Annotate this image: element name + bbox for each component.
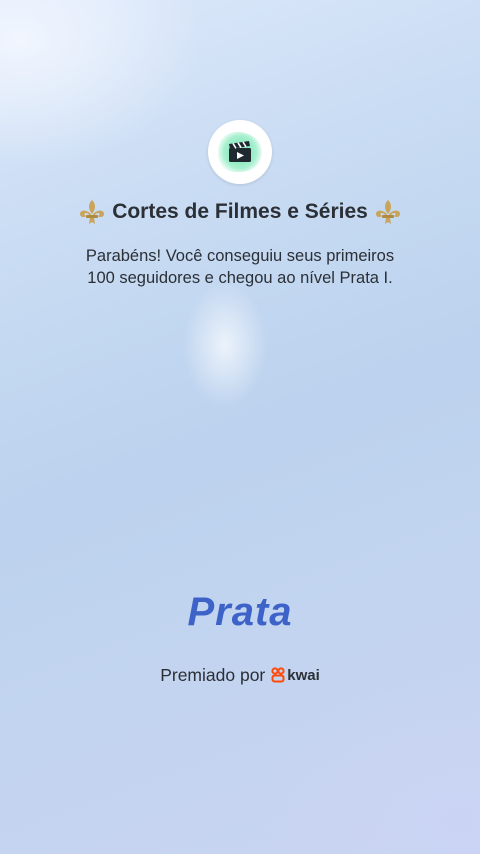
congratulation-message: Parabéns! Você conseguiu seus primeiros … xyxy=(40,245,440,289)
message-line-1: Parabéns! Você conseguiu seus primeiros xyxy=(85,247,395,265)
channel-name: Cortes de Filmes e Séries xyxy=(112,200,368,223)
kwai-brand-name: kwai xyxy=(287,666,320,684)
channel-avatar[interactable] xyxy=(208,120,272,184)
channel-title-row: Cortes de Filmes e Séries xyxy=(0,196,480,228)
fleur-de-lis-icon xyxy=(374,199,402,225)
kwai-logo: kwai xyxy=(271,667,320,684)
award-label: Premiado por xyxy=(160,664,266,685)
level-name: Prata xyxy=(187,590,293,634)
fleur-de-lis-icon xyxy=(78,199,106,225)
award-row: Premiado por kwai xyxy=(0,662,480,688)
kwai-icon xyxy=(271,667,285,683)
clapperboard-icon xyxy=(229,141,251,162)
message-line-2: 100 seguidores e chegou ao nível Prata I… xyxy=(87,269,393,287)
